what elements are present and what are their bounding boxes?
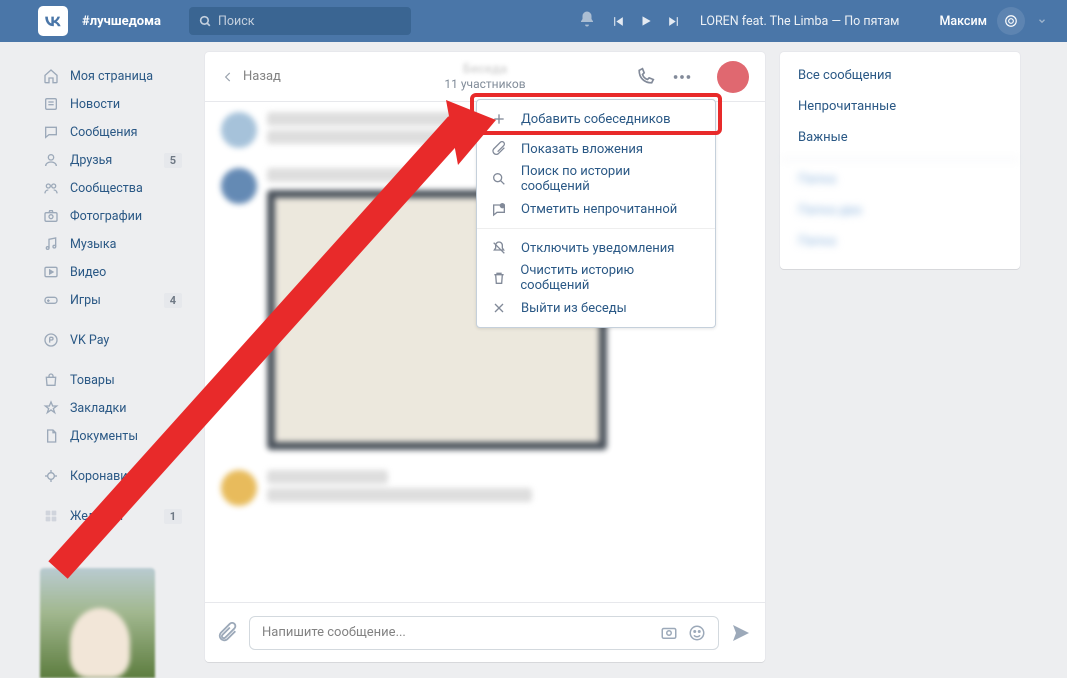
attach-icon[interactable] bbox=[217, 622, 239, 644]
home-icon bbox=[40, 68, 62, 84]
dd-clear-history[interactable]: Очистить историю сообщений bbox=[477, 263, 715, 293]
filter-folder-3[interactable]: Папка bbox=[780, 226, 1020, 257]
filter-folder-1[interactable]: Папка bbox=[780, 159, 1020, 195]
gamepad-icon bbox=[40, 292, 62, 308]
send-icon[interactable] bbox=[729, 621, 753, 645]
star-icon bbox=[40, 400, 62, 416]
chat-actions-dropdown: Добавить собеседников Показать вложения … bbox=[476, 99, 716, 328]
bag-icon bbox=[40, 372, 62, 388]
user-icon bbox=[40, 152, 62, 168]
top-header: #лучшедома LOREN feat. The Limba — По пя… bbox=[0, 0, 1067, 42]
doc-icon bbox=[40, 428, 62, 444]
chat-icon bbox=[40, 124, 62, 140]
profile-photo-thumb[interactable] bbox=[40, 568, 155, 678]
dd-mark-unread[interactable]: Отметить непрочитанной bbox=[477, 194, 715, 224]
chevron-down-icon bbox=[1037, 16, 1047, 26]
compose-bar bbox=[205, 602, 765, 662]
sidebar-item-goods[interactable]: Товары bbox=[40, 366, 190, 394]
users-icon bbox=[40, 180, 62, 196]
unread-icon bbox=[491, 201, 513, 217]
photo-icon[interactable] bbox=[660, 624, 678, 642]
search-input[interactable] bbox=[218, 14, 401, 29]
sidebar-item-documents[interactable]: Документы bbox=[40, 422, 190, 450]
filter-all[interactable]: Все сообщения bbox=[780, 60, 1020, 91]
close-icon bbox=[491, 300, 513, 316]
more-icon[interactable] bbox=[671, 66, 693, 88]
filter-folder-2[interactable]: Папка два bbox=[780, 195, 1020, 226]
sidebar-item-profile[interactable]: Моя страница bbox=[40, 62, 190, 90]
pay-icon bbox=[40, 332, 62, 348]
sidebar-item-games[interactable]: Игры4 bbox=[40, 286, 190, 314]
search-icon bbox=[199, 15, 212, 28]
dd-search-history[interactable]: Поиск по истории сообщений bbox=[477, 164, 715, 194]
compose-input[interactable] bbox=[262, 625, 660, 640]
dd-leave-chat[interactable]: Выйти из беседы bbox=[477, 293, 715, 323]
back-button[interactable]: Назад bbox=[221, 69, 281, 84]
dd-show-attachments[interactable]: Показать вложения bbox=[477, 134, 715, 164]
filter-unread[interactable]: Непрочитанные bbox=[780, 91, 1020, 122]
vk-logo[interactable] bbox=[38, 6, 68, 36]
music-player: LOREN feat. The Limba — По пятам bbox=[612, 14, 899, 29]
sidebar-item-messages[interactable]: Сообщения bbox=[40, 118, 190, 146]
username-label: Максим bbox=[939, 14, 987, 29]
chat-subtitle: 11 участников bbox=[444, 77, 525, 91]
now-playing-text[interactable]: LOREN feat. The Limba — По пятам bbox=[700, 14, 899, 29]
chat-header: Назад Беседа 11 участников bbox=[205, 52, 765, 102]
sidebar-item-wishes[interactable]: Желания1 bbox=[40, 502, 190, 530]
sidebar-item-friends[interactable]: Друзья5 bbox=[40, 146, 190, 174]
sidebar-item-video[interactable]: Видео bbox=[40, 258, 190, 286]
sidebar-item-photos[interactable]: Фотографии bbox=[40, 202, 190, 230]
sidebar-item-music[interactable]: Музыка bbox=[40, 230, 190, 258]
call-icon[interactable] bbox=[635, 67, 655, 87]
conversation-avatar[interactable] bbox=[717, 61, 749, 93]
virus-icon bbox=[40, 468, 62, 484]
prev-track-icon[interactable] bbox=[612, 15, 625, 28]
header-hashtag[interactable]: #лучшедома bbox=[82, 14, 161, 29]
bell-off-icon bbox=[491, 240, 513, 256]
right-filter-panel: Все сообщения Непрочитанные Важные Папка… bbox=[780, 52, 1020, 662]
grid-icon bbox=[40, 508, 62, 524]
newspaper-icon bbox=[40, 96, 62, 112]
music-icon bbox=[40, 236, 62, 252]
video-icon bbox=[40, 264, 62, 280]
emoji-icon[interactable] bbox=[688, 624, 706, 642]
sidebar-item-news[interactable]: Новости bbox=[40, 90, 190, 118]
user-menu[interactable]: Максим bbox=[939, 7, 1047, 35]
filter-important[interactable]: Важные bbox=[780, 122, 1020, 153]
notifications-icon[interactable] bbox=[578, 10, 596, 32]
chevron-left-icon bbox=[221, 70, 235, 84]
chat-title: Беседа bbox=[444, 62, 525, 77]
plus-icon bbox=[491, 111, 513, 127]
search-icon bbox=[491, 171, 513, 187]
attachment-icon bbox=[491, 141, 513, 157]
user-avatar bbox=[997, 7, 1025, 35]
sidebar-item-coronavirus[interactable]: Коронавирус bbox=[40, 462, 190, 490]
sidebar-item-communities[interactable]: Сообщества bbox=[40, 174, 190, 202]
compose-input-wrap[interactable] bbox=[249, 616, 719, 650]
dd-add-participants[interactable]: Добавить собеседников bbox=[477, 104, 715, 134]
trash-icon bbox=[491, 270, 512, 286]
sidebar-item-vkpay[interactable]: VK Pay bbox=[40, 326, 190, 354]
search-box[interactable] bbox=[189, 7, 411, 35]
camera-icon bbox=[40, 208, 62, 224]
dd-mute[interactable]: Отключить уведомления bbox=[477, 233, 715, 263]
sidebar-item-bookmarks[interactable]: Закладки bbox=[40, 394, 190, 422]
next-track-icon[interactable] bbox=[667, 15, 680, 28]
play-icon[interactable] bbox=[639, 14, 653, 28]
